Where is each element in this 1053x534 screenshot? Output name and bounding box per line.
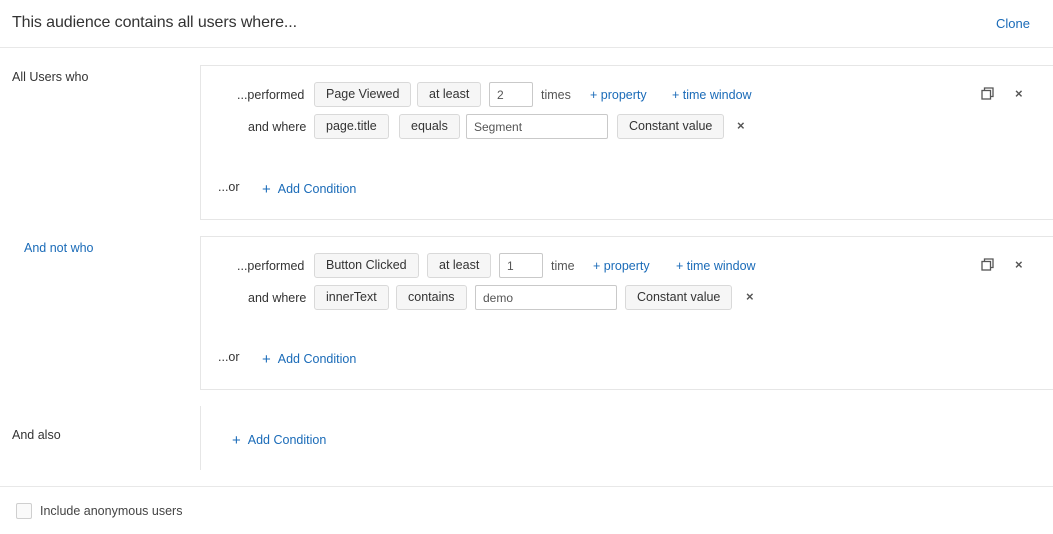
and-also-divider bbox=[200, 406, 201, 470]
add-property-link[interactable]: + property bbox=[590, 88, 647, 102]
add-condition-label: Add Condition bbox=[277, 182, 357, 196]
value-type-select[interactable]: Constant value bbox=[617, 114, 725, 139]
plus-icon: + bbox=[262, 351, 271, 368]
add-condition-label: Add Condition bbox=[247, 433, 327, 447]
count-unit-label: time bbox=[551, 259, 575, 273]
add-condition-button[interactable]: + Add Condition bbox=[232, 431, 327, 449]
and-where-label: and where bbox=[248, 120, 307, 134]
and-where-label: and where bbox=[248, 291, 307, 305]
clone-button[interactable]: Clone bbox=[996, 16, 1030, 31]
and-not-who-toggle[interactable]: And not who bbox=[24, 241, 94, 255]
add-condition-label: Add Condition bbox=[277, 352, 357, 366]
all-users-label: All Users who bbox=[12, 70, 89, 84]
value-type-select[interactable]: Constant value bbox=[625, 285, 733, 310]
count-unit-label: times bbox=[541, 88, 571, 102]
count-input[interactable] bbox=[499, 253, 543, 278]
audience-header: This audience contains all users where..… bbox=[0, 0, 1053, 48]
include-anonymous-checkbox[interactable] bbox=[16, 503, 32, 519]
remove-filter-icon[interactable]: × bbox=[737, 119, 745, 133]
add-time-window-link[interactable]: + time window bbox=[672, 88, 752, 102]
comparator-select[interactable]: contains bbox=[396, 285, 467, 310]
add-property-link[interactable]: + property bbox=[593, 259, 650, 273]
plus-icon: + bbox=[262, 181, 271, 198]
include-anonymous-label[interactable]: Include anonymous users bbox=[40, 504, 182, 518]
add-or-condition-button[interactable]: + Add Condition bbox=[262, 350, 357, 368]
add-time-window-link[interactable]: + time window bbox=[676, 259, 756, 273]
and-also-label: And also bbox=[12, 428, 61, 442]
property-value-input[interactable] bbox=[466, 114, 608, 139]
frequency-operator-select[interactable]: at least bbox=[427, 253, 492, 278]
performed-label: ...performed bbox=[237, 259, 305, 273]
remove-group-icon[interactable]: × bbox=[1015, 258, 1023, 272]
property-value-input[interactable] bbox=[475, 285, 617, 310]
property-select[interactable]: innerText bbox=[314, 285, 389, 310]
property-select[interactable]: page.title bbox=[314, 114, 389, 139]
count-input[interactable] bbox=[489, 82, 533, 107]
remove-filter-icon[interactable]: × bbox=[746, 290, 754, 304]
frequency-operator-select[interactable]: at least bbox=[417, 82, 482, 107]
event-select[interactable]: Page Viewed bbox=[314, 82, 412, 107]
add-or-condition-button[interactable]: + Add Condition bbox=[262, 180, 357, 198]
duplicate-icon[interactable] bbox=[981, 87, 994, 100]
plus-icon: + bbox=[232, 432, 241, 449]
event-select[interactable]: Button Clicked bbox=[314, 253, 419, 278]
comparator-select[interactable]: equals bbox=[399, 114, 460, 139]
duplicate-icon[interactable] bbox=[981, 258, 994, 271]
performed-label: ...performed bbox=[237, 88, 305, 102]
page-title: This audience contains all users where..… bbox=[12, 14, 297, 31]
or-label: ...or bbox=[218, 350, 240, 364]
or-label: ...or bbox=[218, 180, 240, 194]
remove-group-icon[interactable]: × bbox=[1015, 87, 1023, 101]
